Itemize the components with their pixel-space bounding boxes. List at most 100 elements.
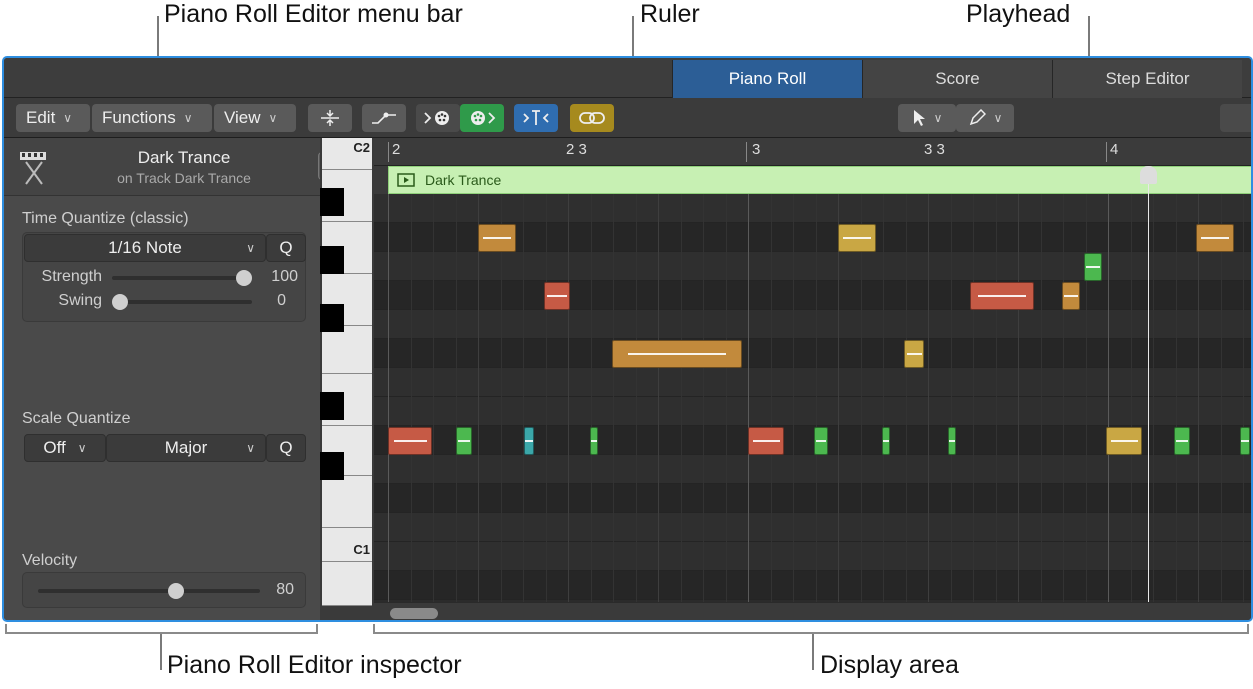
midi-note[interactable] [904,340,924,368]
automation-button[interactable] [362,104,406,132]
playhead-callout: Playhead [966,0,1071,28]
ruler-mark: 4 [1110,141,1119,158]
tab-piano-roll[interactable]: Piano Roll [672,60,862,98]
scrollbar-thumb[interactable] [390,608,438,619]
toolbar-right-control[interactable] [1220,104,1251,132]
black-key[interactable] [320,188,344,216]
midi-note[interactable] [612,340,742,368]
grid-line [838,194,839,602]
midi-note[interactable] [544,282,570,310]
grid-line [1018,194,1019,602]
pencil-tool-menu[interactable]: ∨ [956,104,1014,132]
midi-note[interactable] [1084,253,1102,281]
white-key[interactable]: C2 [322,138,372,170]
midi-note[interactable] [882,427,890,455]
white-key[interactable] [322,476,372,528]
black-key[interactable] [320,392,344,420]
white-key[interactable] [322,562,372,606]
midi-note[interactable] [748,427,784,455]
functions-menu-label: Functions [102,108,176,127]
key-label-c2: C2 [353,140,370,155]
ruler-mark: 2 [392,141,401,158]
chevron-down-icon: ∨ [246,241,255,255]
time-quantize-q-button[interactable]: Q [266,234,306,262]
strength-slider-knob[interactable] [236,270,252,286]
pitch-row [374,513,1251,542]
piano-roll-window: Piano Roll Score Step Editor Edit ∨ Funct… [2,56,1253,622]
chevron-down-icon: ∨ [933,111,943,125]
note-velocity-bar [752,440,780,442]
midi-note[interactable] [1196,224,1234,252]
grid-line [725,194,727,602]
midi-note[interactable] [456,427,472,455]
white-key[interactable]: C1 [322,528,372,562]
strength-slider[interactable] [112,270,252,286]
pitch-row [374,397,1251,426]
piano-roll-inspector: Dark Trance on Track Dark Trance Time Qu… [4,138,362,620]
link-button[interactable] [570,104,614,132]
midi-note[interactable] [590,427,598,455]
functions-menu[interactable]: Functions ∨ [92,104,212,132]
tab-step-editor[interactable]: Step Editor [1052,60,1242,98]
swing-slider-knob[interactable] [112,294,128,310]
midi-note[interactable] [1240,427,1250,455]
midi-note[interactable] [970,282,1034,310]
note-velocity-bar [482,237,512,239]
velocity-title: Velocity [22,552,78,569]
white-key[interactable] [322,326,372,374]
black-key[interactable] [320,246,344,274]
note-velocity-bar [883,440,889,442]
view-menu-label: View [224,108,261,127]
midi-note[interactable] [1174,427,1190,455]
pitch-row [374,455,1251,484]
scale-type-select[interactable]: Major ∨ [106,434,266,462]
grid-line [433,194,434,602]
note-velocity-bar [525,440,533,442]
edit-menu[interactable]: Edit ∨ [16,104,90,132]
catch-playhead-button[interactable] [514,104,558,132]
grid-line [905,194,907,602]
midi-note[interactable] [838,224,876,252]
velocity-slider[interactable] [38,583,260,599]
note-velocity-bar [547,295,567,297]
scale-root-select[interactable]: Off ∨ [24,434,106,462]
scale-root-value: Off [43,438,66,457]
midi-note[interactable] [388,427,432,455]
view-menu[interactable]: View ∨ [214,104,296,132]
collapse-button[interactable] [308,104,352,132]
scale-quantize-q-button[interactable]: Q [266,434,306,462]
black-key[interactable] [320,452,344,480]
display-area-callout: Display area [820,651,959,679]
midi-out-button[interactable] [460,104,504,132]
catch-icon [523,110,549,125]
velocity-slider-knob[interactable] [167,583,184,599]
piano-keyboard[interactable]: C2 C1 [320,138,374,620]
note-velocity-bar [906,353,922,355]
midi-note[interactable] [948,427,956,455]
display-area[interactable] [374,194,1251,602]
swing-slider[interactable] [112,294,252,310]
note-velocity-bar [1064,295,1078,297]
horizontal-scrollbar[interactable] [374,602,1251,620]
grid-line [928,194,929,602]
playhead-handle[interactable] [1140,166,1157,184]
inspector-leader [160,634,162,670]
ruler[interactable]: 2 2 3 3 3 3 4 [374,138,1251,166]
time-quantize-select[interactable]: 1/16 Note ∨ [24,234,266,262]
inspector-header: Dark Trance on Track Dark Trance [4,138,320,196]
region-header[interactable]: Dark Trance [388,166,1251,194]
pointer-tool-menu[interactable]: ∨ [898,104,956,132]
note-velocity-bar [815,440,827,442]
midi-note[interactable] [814,427,828,455]
midi-note[interactable] [1106,427,1142,455]
playhead[interactable] [1140,166,1157,602]
midi-in-button[interactable] [416,104,460,132]
note-velocity-bar [1086,266,1100,268]
midi-note[interactable] [478,224,516,252]
grid-line [523,194,524,602]
black-key[interactable] [320,304,344,332]
midi-note[interactable] [524,427,534,455]
tab-score[interactable]: Score [862,60,1052,98]
midi-note[interactable] [1062,282,1080,310]
grid-line [770,194,772,602]
